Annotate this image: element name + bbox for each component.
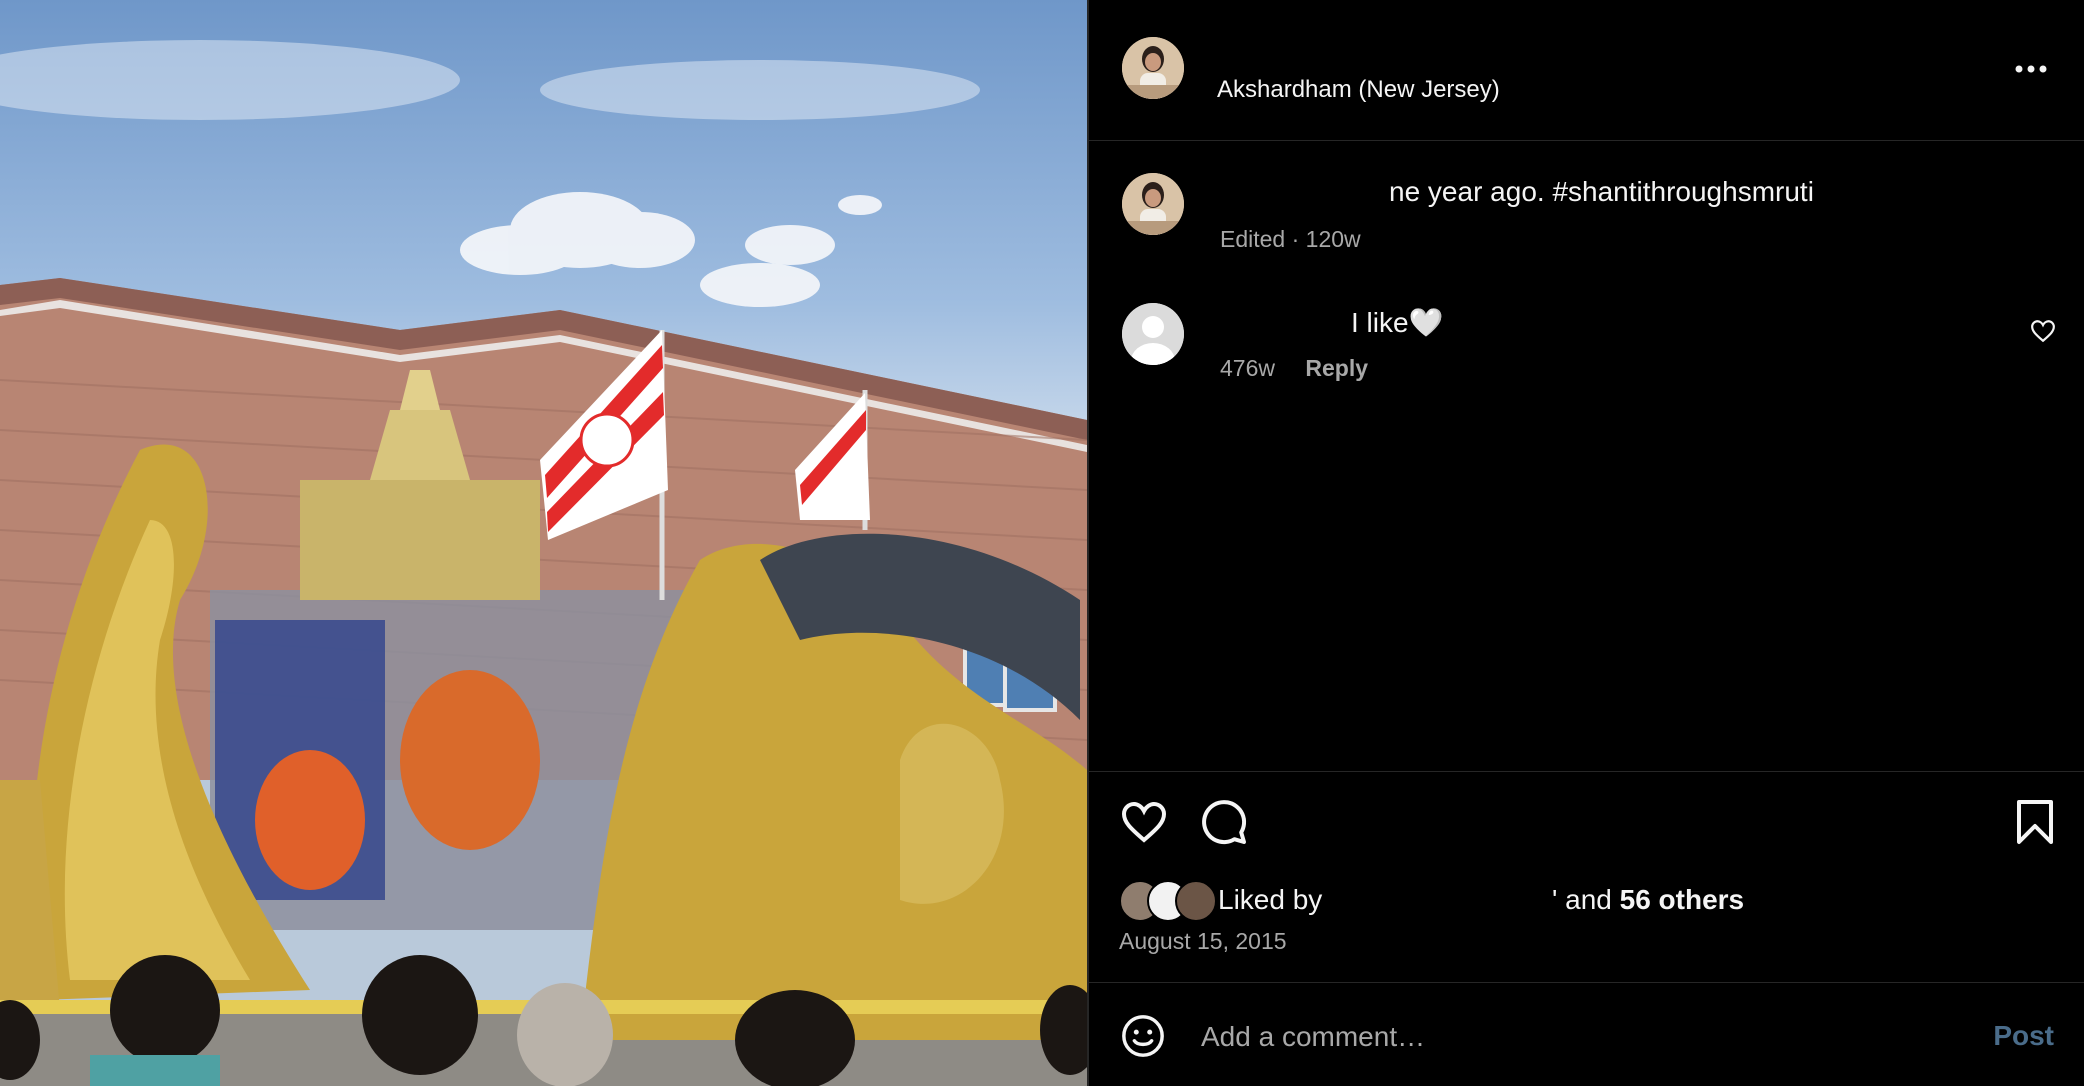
post-header: Akshardham (New Jersey)	[1089, 0, 2084, 141]
default-avatar-icon	[1122, 303, 1184, 365]
liker-avatar-3	[1175, 880, 1217, 922]
emoji-icon[interactable]	[1120, 1013, 1166, 1059]
likes-connector: ' and	[1552, 884, 1620, 915]
caption: ne year ago. #shantithroughsmruti Edited…	[1089, 170, 2084, 260]
heart-icon[interactable]	[1120, 798, 1168, 846]
author-avatar[interactable]	[1122, 37, 1184, 99]
likes-count[interactable]: ' and 56 others	[1552, 884, 1744, 916]
location-link[interactable]: Akshardham (New Jersey)	[1217, 76, 1500, 104]
post-date: August 15, 2015	[1119, 928, 1287, 954]
more-options-icon[interactable]	[2014, 64, 2048, 74]
comment-bubble-icon[interactable]	[1200, 798, 1248, 846]
post-details-panel: Akshardham (New Jersey) ne year ago. #sh…	[1089, 0, 2084, 1086]
caption-meta: Edited · 120w	[1220, 226, 1361, 252]
photo-illustration	[0, 40, 1087, 1086]
comment-like-heart-icon[interactable]	[2030, 318, 2056, 344]
caption-author-avatar[interactable]	[1122, 173, 1184, 235]
likes-summary[interactable]: Liked by ' and 56 others	[1119, 880, 2019, 922]
comment-item: I like🤍 476w Reply	[1089, 300, 2084, 400]
caption-text: ne year ago. #shantithroughsmruti	[1389, 176, 1814, 207]
comment-meta: 476w Reply	[1220, 355, 1368, 382]
post-photo[interactable]	[0, 0, 1087, 1086]
actions-divider	[1089, 771, 2084, 772]
caption-avatar-image	[1122, 173, 1184, 235]
comment-time: 476w	[1220, 355, 1275, 381]
reply-button[interactable]: Reply	[1305, 355, 1368, 381]
bookmark-icon[interactable]	[2013, 798, 2057, 846]
author-avatar-image	[1122, 37, 1184, 99]
commenter-avatar[interactable]	[1122, 303, 1184, 365]
likes-others: 56 others	[1619, 884, 1745, 915]
post-comment-button[interactable]: Post	[1993, 1020, 2054, 1052]
composer-divider	[1089, 982, 2084, 983]
comment-text: I like🤍	[1351, 307, 1444, 338]
add-comment-input[interactable]	[1199, 1012, 1923, 1062]
liked-by-label: Liked by	[1218, 884, 1323, 915]
